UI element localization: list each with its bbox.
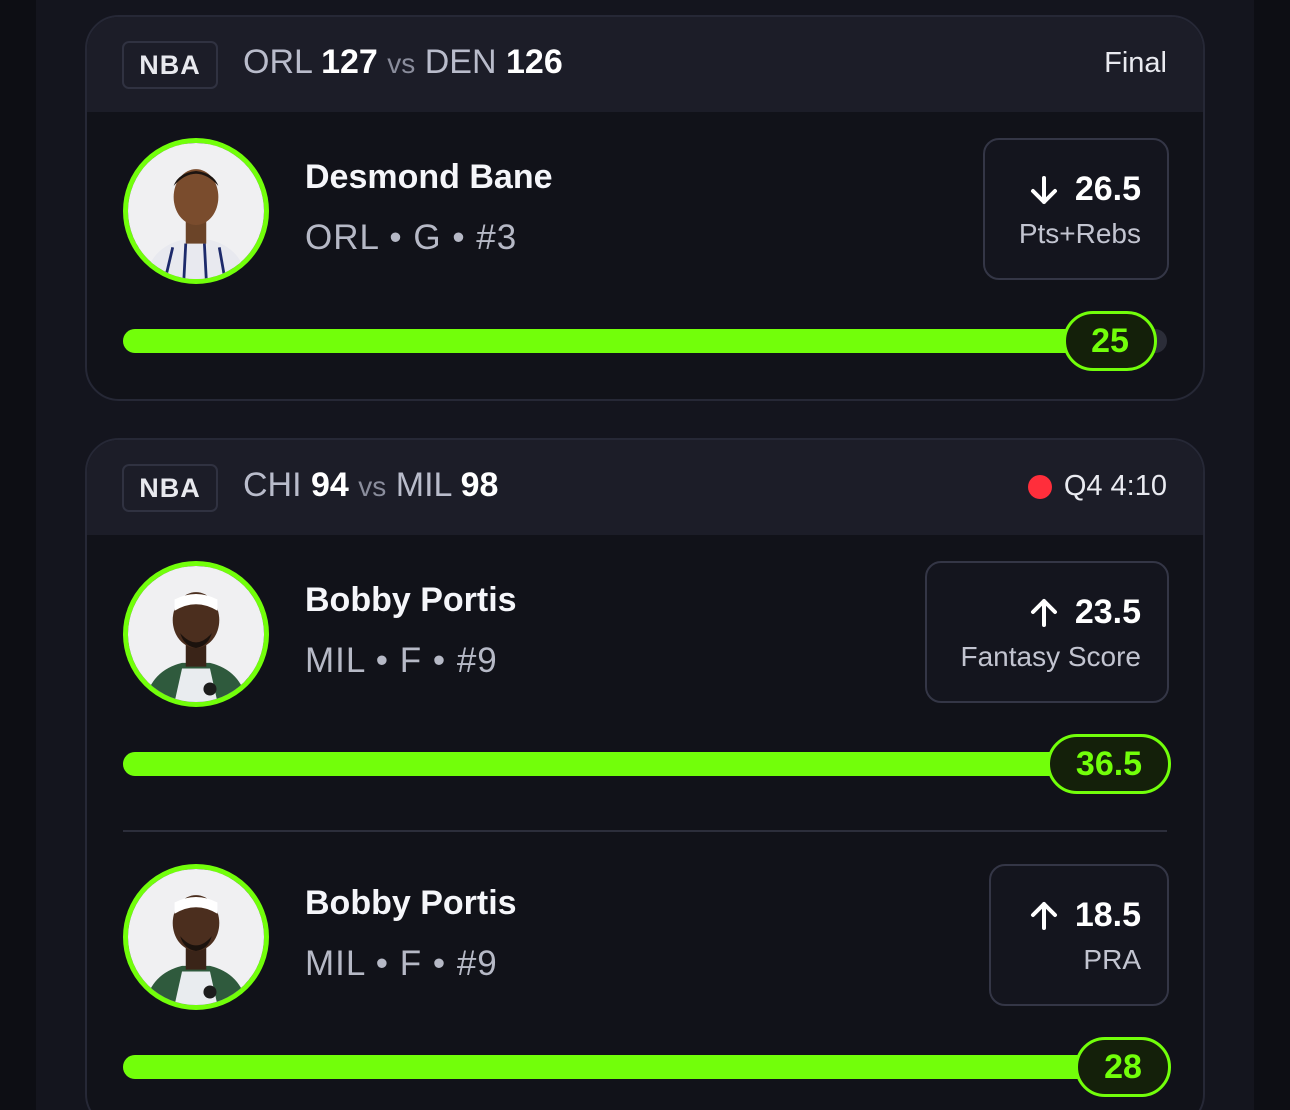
- player-meta: ORL • G • #3: [305, 218, 518, 257]
- player-avatar: [123, 138, 269, 284]
- projection-stat: PRA: [1083, 944, 1141, 975]
- home-score: 98: [460, 466, 499, 504]
- progress-fill: [123, 752, 1123, 776]
- vs-label: vs: [358, 471, 387, 502]
- home-team: DEN: [424, 43, 497, 81]
- progress-fill: [123, 329, 1103, 353]
- progress-track: [123, 329, 1167, 353]
- away-team: CHI: [243, 466, 302, 504]
- player-headshot-icon: [128, 566, 264, 702]
- arrow-up-icon: [1030, 598, 1057, 627]
- away-score: 127: [321, 43, 378, 81]
- player-avatar: [123, 864, 269, 1010]
- game-card-header: NBA ORL 127 vs DEN 126 Final: [87, 17, 1203, 112]
- home-team: MIL: [395, 466, 452, 504]
- live-dot-icon: [1027, 474, 1052, 499]
- pick-row[interactable]: Bobby Portis MIL • F • #9 18.5 PRA 28: [87, 838, 1203, 1110]
- game-status: Q4 4:10: [1027, 470, 1167, 503]
- progress-track: [123, 752, 1167, 776]
- player-name: Bobby Portis: [305, 884, 517, 922]
- game-card-header: NBA CHI 94 vs MIL 98 Q4 4:10: [87, 440, 1203, 535]
- current-value-pill: 36.5: [1047, 734, 1171, 794]
- player-avatar: [123, 561, 269, 707]
- progress-track: [123, 1055, 1167, 1079]
- pick-row[interactable]: Desmond Bane ORL • G • #3 26.5 Pts+Rebs …: [87, 112, 1203, 392]
- pick-row[interactable]: Bobby Portis MIL • F • #9 23.5 Fantasy S…: [87, 535, 1203, 815]
- vs-label: vs: [387, 48, 416, 79]
- player-headshot-icon: [128, 869, 264, 1005]
- projection-stat: Fantasy Score: [960, 641, 1141, 672]
- status-text: Q4 4:10: [1063, 470, 1167, 502]
- projection-value: 18.5: [1074, 896, 1141, 934]
- player-meta: MIL • F • #9: [305, 944, 498, 983]
- home-score: 126: [506, 43, 563, 81]
- away-team: ORL: [243, 43, 312, 81]
- projection-stat: Pts+Rebs: [1018, 218, 1141, 249]
- progress-fill: [123, 1055, 1123, 1079]
- projection-value: 23.5: [1074, 593, 1141, 631]
- status-text: Final: [1104, 47, 1167, 79]
- matchup: CHI 94 vs MIL 98: [243, 466, 498, 505]
- player-headshot-icon: [128, 143, 264, 279]
- arrow-up-icon: [1030, 901, 1057, 930]
- pick-divider: [123, 830, 1167, 832]
- projection-box[interactable]: 18.5 PRA: [989, 864, 1169, 1006]
- current-value-pill: 28: [1075, 1037, 1171, 1097]
- player-name: Desmond Bane: [305, 158, 553, 196]
- projection-box[interactable]: 23.5 Fantasy Score: [925, 561, 1169, 703]
- league-badge: NBA: [122, 464, 218, 512]
- projection-box[interactable]: 26.5 Pts+Rebs: [983, 138, 1169, 280]
- away-score: 94: [311, 466, 349, 504]
- league-badge: NBA: [122, 41, 218, 89]
- player-name: Bobby Portis: [305, 581, 517, 619]
- projection-value: 26.5: [1074, 170, 1141, 208]
- game-card[interactable]: NBA CHI 94 vs MIL 98 Q4 4:10 Bobby Porti…: [85, 438, 1205, 1110]
- game-card[interactable]: NBA ORL 127 vs DEN 126 Final Desmond Ban…: [85, 15, 1205, 401]
- current-value-pill: 25: [1063, 311, 1157, 371]
- game-status: Final: [1104, 47, 1167, 80]
- matchup: ORL 127 vs DEN 126: [243, 43, 563, 82]
- player-meta: MIL • F • #9: [305, 641, 498, 680]
- arrow-down-icon: [1030, 175, 1057, 204]
